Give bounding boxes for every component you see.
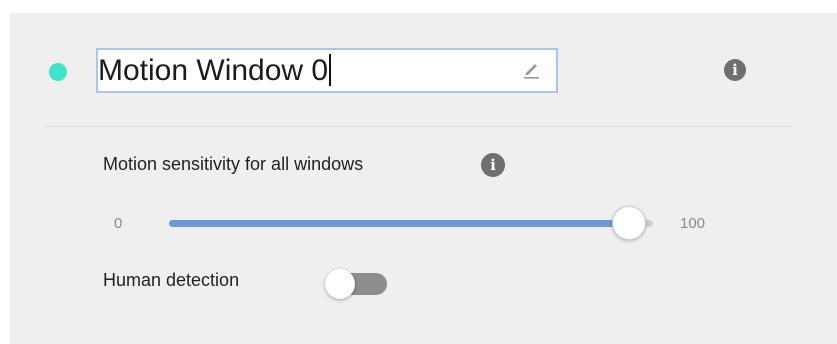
sensitivity-slider-track[interactable] <box>169 220 653 227</box>
pencil-icon[interactable] <box>520 58 542 80</box>
sensitivity-info-icon[interactable]: i <box>481 153 505 177</box>
window-name-value: Motion Window 0 <box>98 54 329 87</box>
window-name-field[interactable]: Motion Window 0 <box>96 48 558 93</box>
slider-min-label: 0 <box>114 215 123 232</box>
toggle-knob <box>325 269 355 299</box>
human-detection-label: Human detection <box>103 270 240 290</box>
info-icon[interactable]: i <box>724 59 746 81</box>
section-divider <box>43 126 792 127</box>
sensitivity-label: Motion sensitivity for all windows <box>103 154 364 174</box>
sensitivity-slider-fill <box>169 220 629 227</box>
human-detection-toggle[interactable] <box>325 269 387 299</box>
status-indicator-dot <box>49 63 67 81</box>
sensitivity-slider-thumb[interactable] <box>611 206 646 240</box>
text-caret <box>329 54 332 86</box>
slider-max-label: 100 <box>680 215 706 232</box>
